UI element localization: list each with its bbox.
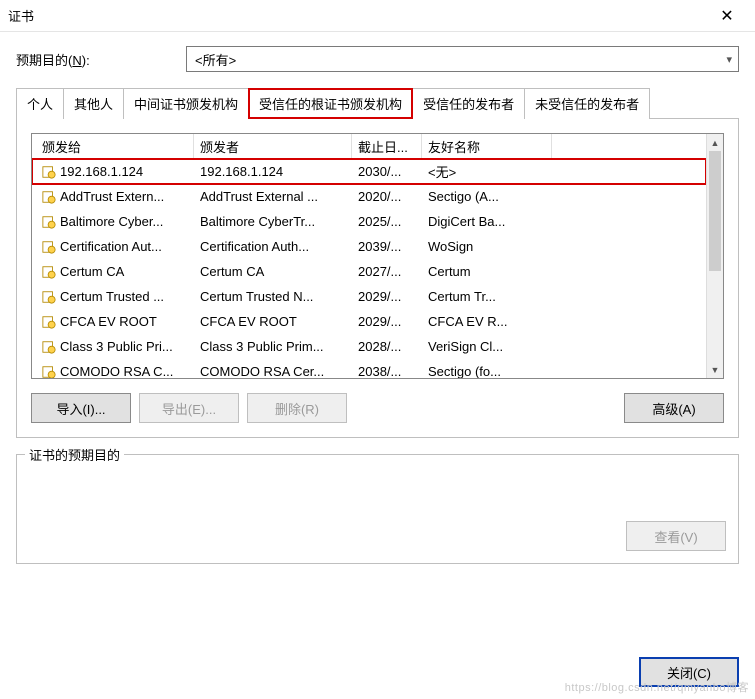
cell-issued-to: Class 3 Public Pri... [36, 337, 194, 356]
purpose-group: 证书的预期目的 查看(V) [16, 454, 739, 564]
cell-friendly-name: <无> [422, 160, 552, 183]
cell-expires: 2029/... [352, 312, 422, 331]
table-row[interactable]: AddTrust Extern...AddTrust External ...2… [32, 184, 706, 209]
scroll-up-icon[interactable]: ▲ [707, 134, 723, 151]
scroll-thumb[interactable] [709, 151, 721, 271]
certificate-icon [42, 315, 56, 329]
cell-friendly-name: Certum Tr... [422, 287, 552, 306]
cell-issued-to: CFCA EV ROOT [36, 312, 194, 331]
cell-expires: 2025/... [352, 212, 422, 231]
table-row[interactable]: CFCA EV ROOTCFCA EV ROOT2029/...CFCA EV … [32, 309, 706, 334]
cert-list: 颁发给 颁发者 截止日... 友好名称 192.168.1.124192.168… [31, 133, 724, 379]
certificate-icon [42, 240, 56, 254]
tab-trusted-publishers[interactable]: 受信任的发布者 [412, 88, 525, 119]
col-issued-to[interactable]: 颁发给 [36, 134, 194, 160]
dialog-body: 预期目的(N): <所有> ▾ 个人 其他人 中间证书颁发机构 受信任的根证书颁… [0, 32, 755, 574]
cell-expires: 2028/... [352, 337, 422, 356]
certificate-icon [42, 340, 56, 354]
cell-issued-to: Certum Trusted ... [36, 287, 194, 306]
cell-expires: 2029/... [352, 287, 422, 306]
footer: 关闭(C) [639, 657, 739, 687]
delete-button: 删除(R) [247, 393, 347, 423]
view-button: 查看(V) [626, 521, 726, 551]
button-row: 导入(I)... 导出(E)... 删除(R) 高级(A) [31, 393, 724, 423]
tab-untrusted-publishers[interactable]: 未受信任的发布者 [524, 88, 650, 119]
cell-issuer: CFCA EV ROOT [194, 312, 352, 331]
cell-issuer: Baltimore CyberTr... [194, 212, 352, 231]
cell-issuer: 192.168.1.124 [194, 162, 352, 181]
window-title: 证书 [8, 6, 707, 25]
purpose-row: 预期目的(N): <所有> ▾ [16, 46, 739, 72]
table-row[interactable]: 192.168.1.124192.168.1.1242030/...<无> [32, 159, 706, 184]
titlebar: 证书 ✕ [0, 0, 755, 32]
cell-friendly-name: WoSign [422, 237, 552, 256]
cell-issued-to: Certum CA [36, 262, 194, 281]
chevron-down-icon: ▾ [726, 53, 732, 66]
cert-list-inner: 颁发给 颁发者 截止日... 友好名称 192.168.1.124192.168… [32, 134, 706, 378]
table-row[interactable]: Certification Aut...Certification Auth..… [32, 234, 706, 259]
table-row[interactable]: Certum Trusted ...Certum Trusted N...202… [32, 284, 706, 309]
cell-friendly-name: DigiCert Ba... [422, 212, 552, 231]
cell-issuer: Certum Trusted N... [194, 287, 352, 306]
table-row[interactable]: Class 3 Public Pri...Class 3 Public Prim… [32, 334, 706, 359]
scrollbar[interactable]: ▲ ▼ [706, 134, 723, 378]
table-row[interactable]: Certum CACertum CA2027/...Certum [32, 259, 706, 284]
advanced-button[interactable]: 高级(A) [624, 393, 724, 423]
import-button[interactable]: 导入(I)... [31, 393, 131, 423]
cell-issued-to: Baltimore Cyber... [36, 212, 194, 231]
cell-issuer: Class 3 Public Prim... [194, 337, 352, 356]
scroll-down-icon[interactable]: ▼ [707, 361, 723, 378]
certificate-icon [42, 190, 56, 204]
cell-issued-to: COMODO RSA C... [36, 362, 194, 378]
certificate-icon [42, 365, 56, 379]
cell-friendly-name: Sectigo (A... [422, 187, 552, 206]
cell-issuer: COMODO RSA Cer... [194, 362, 352, 378]
cell-expires: 2039/... [352, 237, 422, 256]
purpose-group-label: 证书的预期目的 [25, 445, 124, 464]
col-expires[interactable]: 截止日... [352, 134, 422, 160]
cell-issuer: AddTrust External ... [194, 187, 352, 206]
cell-issuer: Certification Auth... [194, 237, 352, 256]
cell-friendly-name: Certum [422, 262, 552, 281]
cell-friendly-name: VeriSign Cl... [422, 337, 552, 356]
cell-issued-to: 192.168.1.124 [36, 162, 194, 181]
col-friendly-name[interactable]: 友好名称 [422, 134, 552, 160]
purpose-select-value: <所有> [195, 50, 236, 69]
cell-expires: 2020/... [352, 187, 422, 206]
tab-trusted-root-ca[interactable]: 受信任的根证书颁发机构 [248, 88, 413, 119]
list-header[interactable]: 颁发给 颁发者 截止日... 友好名称 [32, 134, 706, 159]
tab-others[interactable]: 其他人 [63, 88, 124, 119]
certificate-icon [42, 165, 56, 179]
table-row[interactable]: COMODO RSA C...COMODO RSA Cer...2038/...… [32, 359, 706, 378]
tab-panel: 颁发给 颁发者 截止日... 友好名称 192.168.1.124192.168… [16, 118, 739, 438]
purpose-select[interactable]: <所有> ▾ [186, 46, 739, 72]
certificate-icon [42, 290, 56, 304]
certificate-icon [42, 215, 56, 229]
cell-issued-to: AddTrust Extern... [36, 187, 194, 206]
cell-issuer: Certum CA [194, 262, 352, 281]
cell-expires: 2030/... [352, 162, 422, 181]
tabs: 个人 其他人 中间证书颁发机构 受信任的根证书颁发机构 受信任的发布者 未受信任… [16, 88, 739, 119]
close-button[interactable]: 关闭(C) [639, 657, 739, 687]
cell-friendly-name: Sectigo (fo... [422, 362, 552, 378]
cell-friendly-name: CFCA EV R... [422, 312, 552, 331]
tab-intermediate-ca[interactable]: 中间证书颁发机构 [123, 88, 249, 119]
export-button: 导出(E)... [139, 393, 239, 423]
cell-expires: 2027/... [352, 262, 422, 281]
cell-issued-to: Certification Aut... [36, 237, 194, 256]
certificate-icon [42, 265, 56, 279]
purpose-label: 预期目的(N): [16, 50, 186, 69]
tab-personal[interactable]: 个人 [16, 88, 64, 119]
table-row[interactable]: Baltimore Cyber...Baltimore CyberTr...20… [32, 209, 706, 234]
col-issuer[interactable]: 颁发者 [194, 134, 352, 160]
close-icon[interactable]: ✕ [707, 1, 747, 31]
cell-expires: 2038/... [352, 362, 422, 378]
scroll-track[interactable] [707, 151, 723, 361]
